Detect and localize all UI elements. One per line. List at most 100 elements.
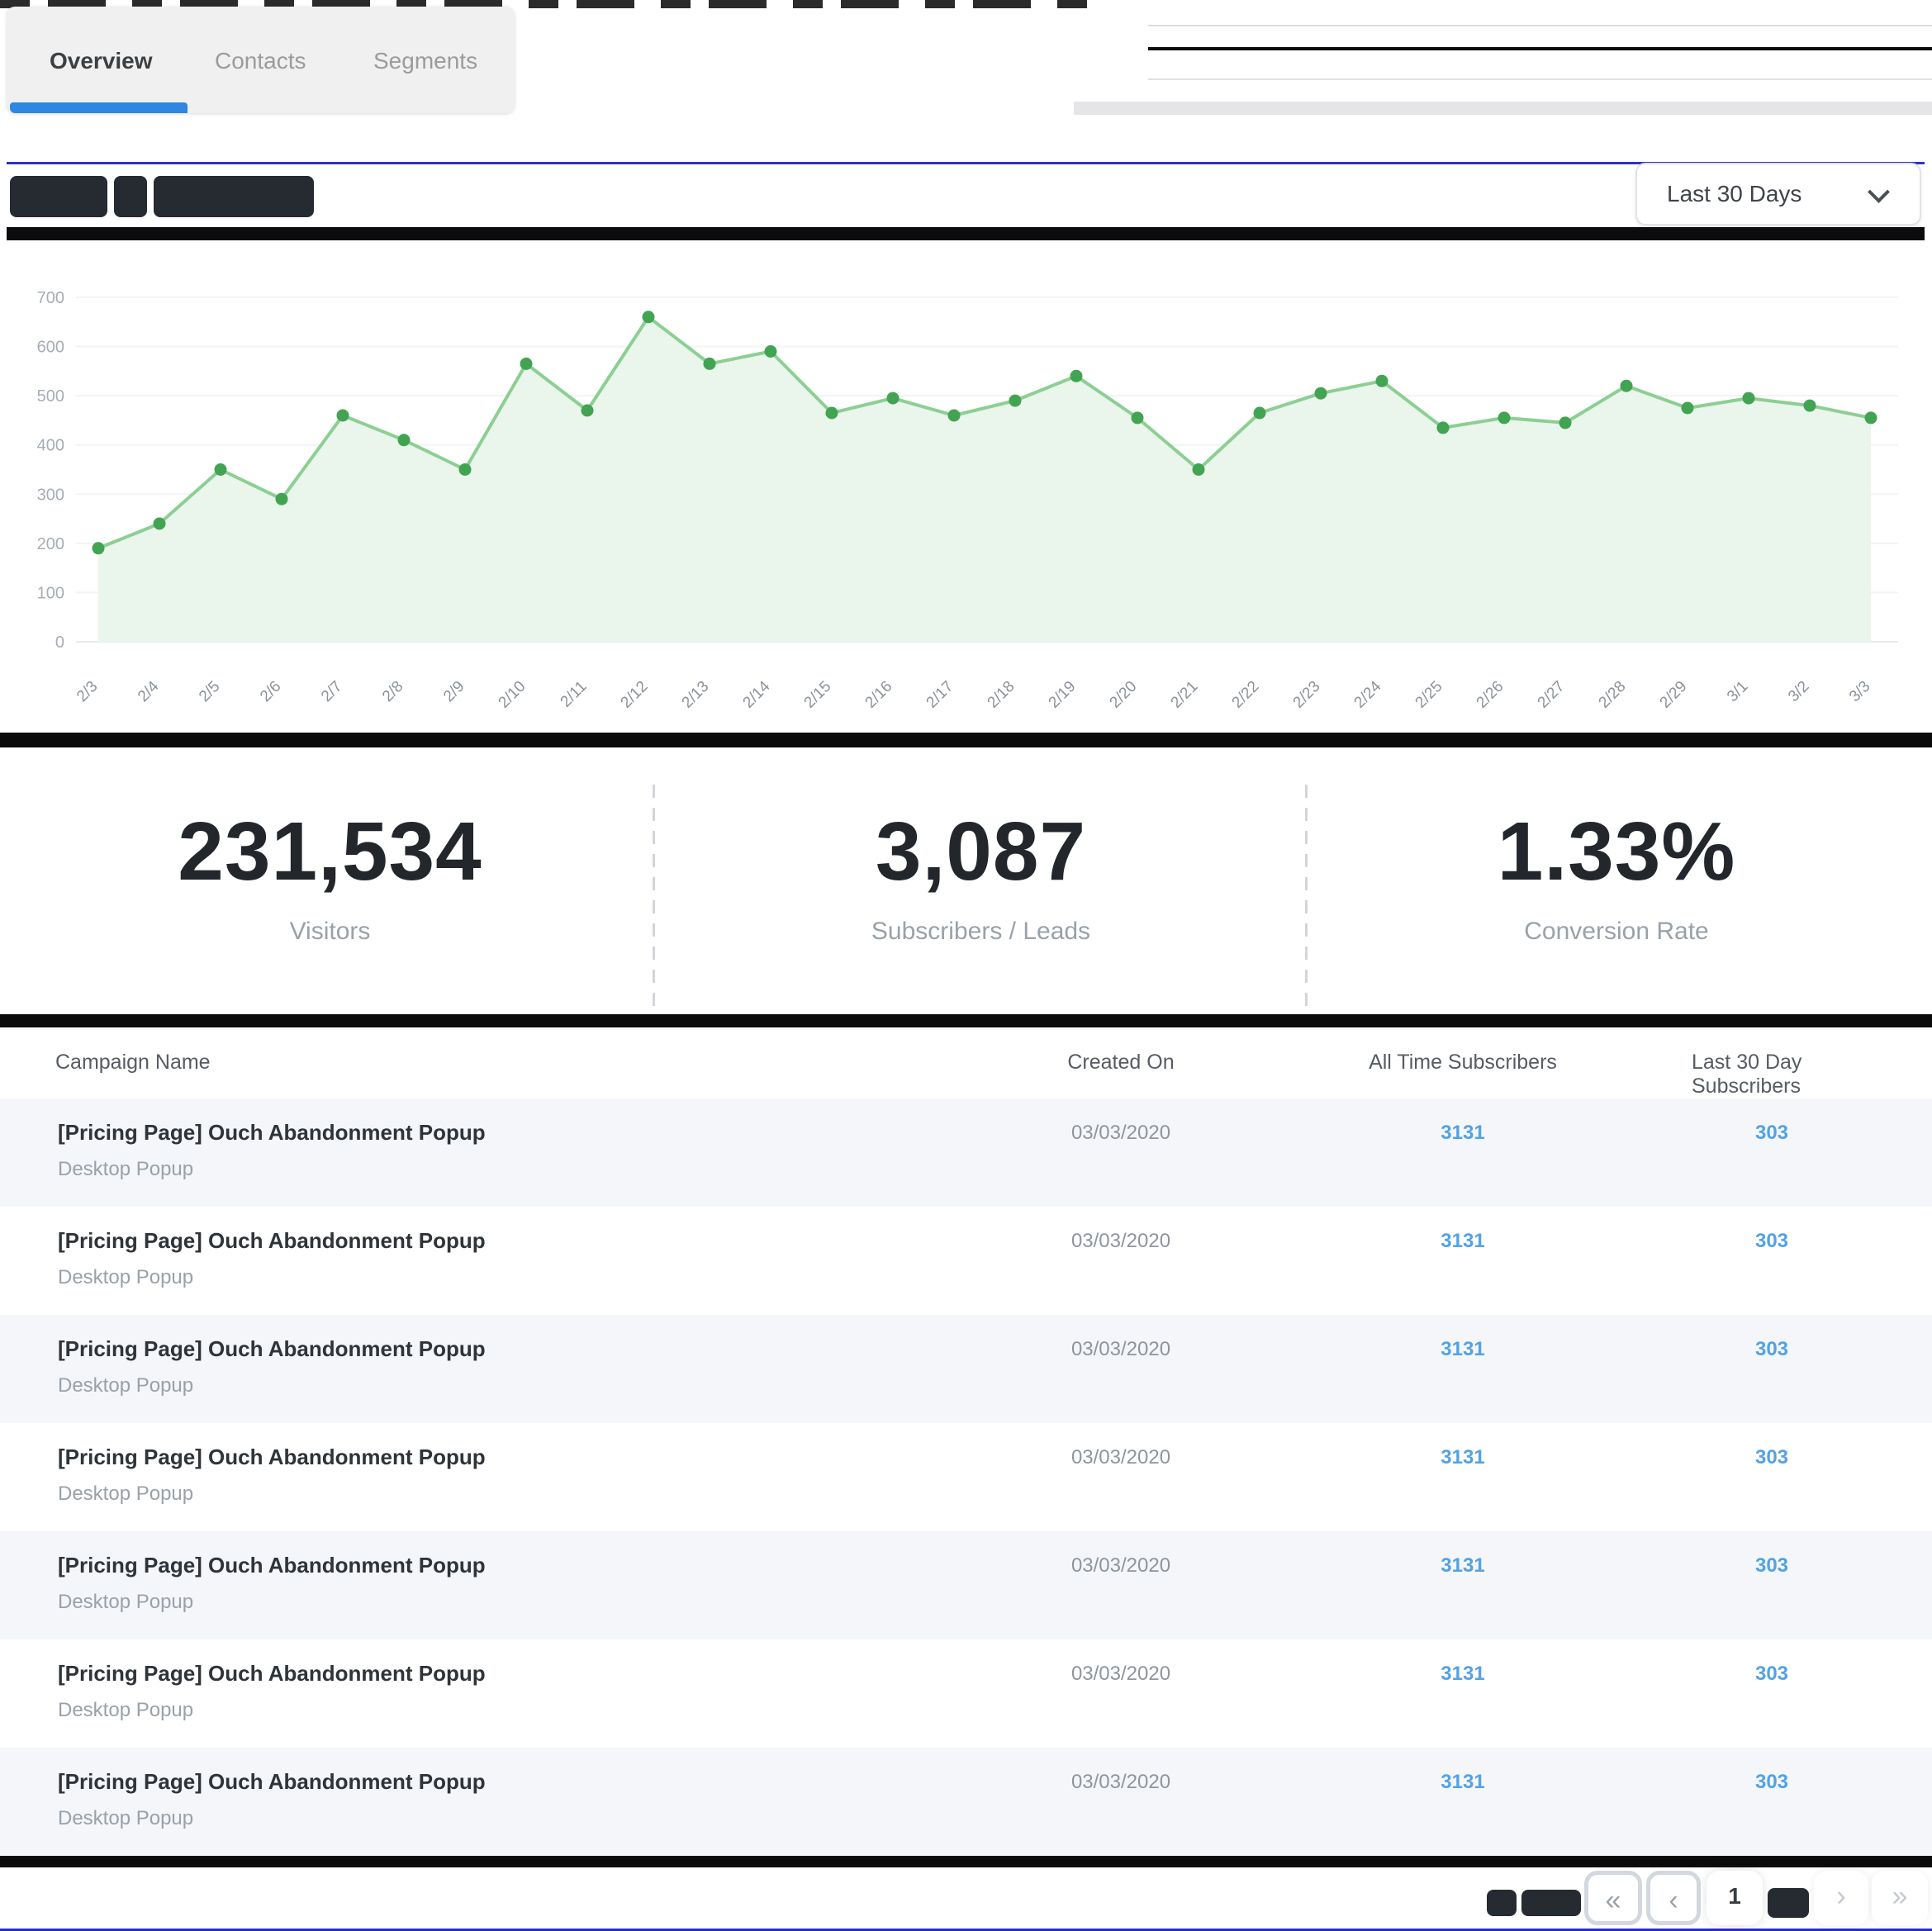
data-point [1559, 416, 1572, 429]
redacted-panel-title [114, 176, 147, 217]
y-axis-tick-label: 300 [37, 486, 64, 504]
first-page-button[interactable]: « [1584, 1871, 1642, 1925]
last-30-day-subscribers-link[interactable]: 303 [1755, 1122, 1788, 1145]
campaign-type: Desktop Popup [58, 1158, 193, 1181]
all-time-subscribers-link[interactable]: 3131 [1441, 1122, 1484, 1145]
column-header-created-on: Created On [1067, 1051, 1174, 1075]
last-30-day-subscribers-link[interactable]: 303 [1755, 1338, 1788, 1361]
data-point [520, 358, 533, 370]
data-point [1804, 400, 1816, 412]
tab-contacts[interactable]: Contacts [215, 48, 306, 74]
tab-bar: Overview Contacts Segments [7, 7, 515, 113]
created-on-value: 03/03/2020 [1071, 1771, 1170, 1794]
x-axis-tick-label: 2/14 [740, 677, 774, 711]
x-axis-tick-label: 2/4 [135, 677, 163, 705]
last-30-day-subscribers-link[interactable]: 303 [1755, 1554, 1788, 1578]
all-time-subscribers-link[interactable]: 3131 [1441, 1771, 1484, 1794]
divider-band [0, 1014, 1932, 1027]
y-axis-tick-label: 600 [37, 339, 64, 357]
data-point [154, 518, 166, 530]
date-range-dropdown[interactable]: Last 30 Days [1635, 163, 1921, 225]
table-row[interactable]: [Pricing Page] Ouch Abandonment Popup De… [0, 1098, 1932, 1207]
x-axis-tick-label: 2/9 [440, 678, 468, 706]
area-fill [98, 317, 1871, 642]
table-row[interactable]: [Pricing Page] Ouch Abandonment Popup De… [0, 1315, 1932, 1423]
data-point [1682, 402, 1694, 415]
stat-divider [653, 785, 655, 1012]
x-axis-tick-label: 2/8 [379, 678, 407, 706]
y-axis-tick-label: 700 [37, 289, 64, 307]
x-axis-tick-label: 3/2 [1785, 678, 1813, 706]
subscribers-chart-panel: Last 30 Days 01002003004005006007002/32/… [7, 162, 1925, 721]
data-point [93, 542, 105, 554]
data-point [1315, 387, 1327, 400]
data-point [887, 392, 900, 405]
x-axis-tick-label: 3/1 [1724, 678, 1752, 706]
created-on-value: 03/03/2020 [1071, 1122, 1170, 1145]
data-point [459, 463, 472, 476]
x-axis-tick-label: 2/13 [679, 678, 713, 712]
data-point [765, 345, 777, 358]
x-axis-tick-label: 2/21 [1168, 678, 1202, 712]
data-point [1132, 411, 1144, 424]
x-axis-tick-label: 2/12 [618, 678, 652, 712]
campaign-type: Desktop Popup [58, 1591, 193, 1614]
table-row[interactable]: [Pricing Page] Ouch Abandonment Popup De… [0, 1639, 1932, 1748]
data-point [215, 463, 227, 476]
redacted-footer-text [1521, 1890, 1581, 1916]
y-axis-tick-label: 0 [55, 633, 64, 652]
campaign-name: [Pricing Page] Ouch Abandonment Popup [58, 1228, 486, 1254]
campaign-type: Desktop Popup [58, 1807, 193, 1830]
chevron-down-icon [1868, 181, 1890, 203]
created-on-value: 03/03/2020 [1071, 1446, 1170, 1469]
tab-overview[interactable]: Overview [50, 48, 153, 74]
stat-divider [1305, 785, 1308, 1012]
current-page-indicator: 1 [1707, 1871, 1763, 1925]
stat-card-visitors: 231,534 Visitors [7, 776, 653, 1012]
y-axis-tick-label: 200 [37, 535, 64, 553]
redacted-panel-title [154, 176, 314, 217]
created-on-value: 03/03/2020 [1071, 1230, 1170, 1253]
column-header-campaign-name: Campaign Name [55, 1051, 211, 1075]
created-on-value: 03/03/2020 [1071, 1663, 1170, 1686]
last-30-day-subscribers-link[interactable]: 303 [1755, 1663, 1788, 1686]
data-point [398, 434, 411, 446]
next-page-button[interactable]: › [1814, 1871, 1868, 1925]
campaigns-table-body: [Pricing Page] Ouch Abandonment Popup De… [0, 1098, 1932, 1856]
x-axis-tick-label: 2/27 [1535, 678, 1569, 712]
all-time-subscribers-link[interactable]: 3131 [1441, 1338, 1484, 1361]
conversion-value: 1.33% [1308, 804, 1925, 899]
last-30-day-subscribers-link[interactable]: 303 [1755, 1230, 1788, 1253]
x-axis-tick-label: 2/29 [1657, 678, 1691, 712]
data-point [1009, 395, 1022, 407]
last-page-button[interactable]: » [1872, 1871, 1928, 1925]
tab-segments[interactable]: Segments [373, 48, 477, 74]
last-30-day-subscribers-link[interactable]: 303 [1755, 1771, 1788, 1794]
divider-line [1148, 25, 1932, 26]
x-axis-tick-label: 2/23 [1290, 678, 1324, 712]
last-30-day-subscribers-link[interactable]: 303 [1755, 1446, 1788, 1469]
data-point [1865, 411, 1877, 424]
x-axis-tick-label: 2/10 [496, 678, 529, 712]
y-axis-tick-label: 100 [37, 584, 64, 602]
all-time-subscribers-link[interactable]: 3131 [1441, 1663, 1484, 1686]
data-point [1070, 370, 1083, 382]
x-axis-tick-label: 2/28 [1596, 678, 1630, 712]
visitors-value: 231,534 [7, 804, 653, 899]
table-row[interactable]: [Pricing Page] Ouch Abandonment Popup De… [0, 1748, 1932, 1856]
all-time-subscribers-link[interactable]: 3131 [1441, 1446, 1484, 1469]
previous-page-button[interactable]: ‹ [1646, 1871, 1701, 1925]
campaign-name: [Pricing Page] Ouch Abandonment Popup [58, 1553, 486, 1578]
all-time-subscribers-link[interactable]: 3131 [1441, 1554, 1484, 1578]
x-axis-tick-label: 2/22 [1229, 678, 1263, 712]
table-row[interactable]: [Pricing Page] Ouch Abandonment Popup De… [0, 1531, 1932, 1639]
table-row[interactable]: [Pricing Page] Ouch Abandonment Popup De… [0, 1207, 1932, 1315]
x-axis-tick-label: 2/26 [1474, 678, 1507, 712]
campaign-type: Desktop Popup [58, 1374, 193, 1397]
table-row[interactable]: [Pricing Page] Ouch Abandonment Popup De… [0, 1423, 1932, 1531]
campaign-name: [Pricing Page] Ouch Abandonment Popup [58, 1120, 486, 1146]
x-axis-tick-label: 2/5 [196, 678, 224, 706]
divider-band [1074, 102, 1932, 115]
visitors-label: Visitors [7, 918, 653, 946]
all-time-subscribers-link[interactable]: 3131 [1441, 1230, 1484, 1253]
